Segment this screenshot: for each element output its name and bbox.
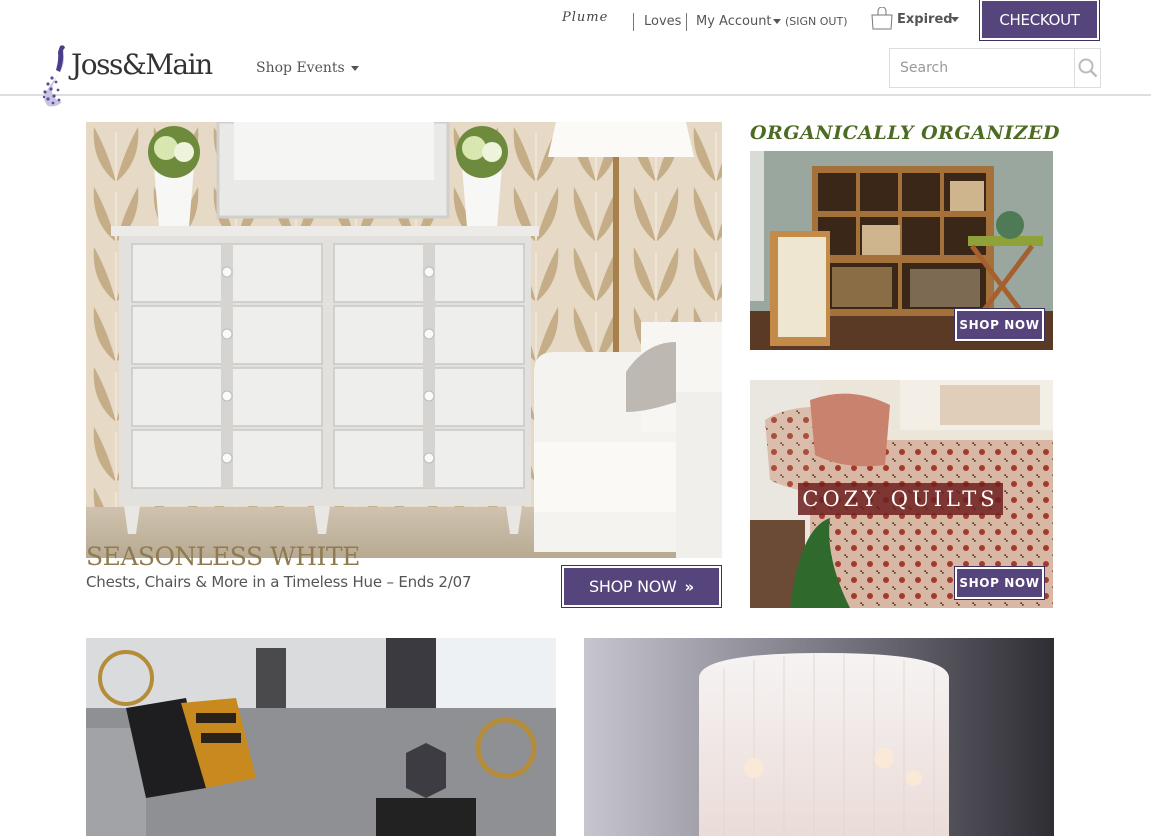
organically-organized-promo[interactable]: SHOP NOW <box>750 151 1053 350</box>
search-form <box>889 48 1101 88</box>
organized-shop-now-button[interactable]: SHOP NOW <box>954 308 1045 342</box>
hero-subtitle: Chests, Chairs & More in a Timeless Hue … <box>86 573 472 591</box>
checkout-button[interactable]: CHECKOUT <box>979 0 1100 41</box>
double-chevron-right-icon: » <box>684 577 695 596</box>
shop-events-label: Shop Events <box>256 60 345 76</box>
hero-promo: SEASONLESS WHITE Chests, Chairs & More i… <box>86 122 722 608</box>
hero-image[interactable] <box>86 122 722 558</box>
quilts-shop-now-button[interactable]: SHOP NOW <box>954 566 1045 600</box>
account-caret-icon[interactable] <box>773 19 781 24</box>
brand-name: Joss&Main <box>71 48 213 81</box>
cozy-quilts-promo[interactable]: COZY QUILTS SHOP NOW <box>750 380 1053 608</box>
cart-caret-icon[interactable] <box>951 17 959 22</box>
hero-title[interactable]: SEASONLESS WHITE <box>86 542 360 571</box>
plume-logo-link[interactable]: Plume <box>562 10 608 25</box>
cozy-quilts-label: COZY QUILTS <box>798 483 1003 515</box>
chevron-down-icon <box>350 65 359 71</box>
loves-link[interactable]: Loves <box>644 14 681 29</box>
brand-logo[interactable]: Joss&Main <box>38 44 228 108</box>
site-header: Plume Loves My Account (SIGN OUT) Expire… <box>0 0 1151 107</box>
shopping-bag-icon[interactable] <box>871 7 893 30</box>
divider <box>686 13 687 31</box>
divider <box>633 13 634 31</box>
cart-status[interactable]: Expired <box>897 12 953 27</box>
lighting-tile[interactable] <box>584 638 1054 836</box>
living-room-tile[interactable] <box>86 638 556 836</box>
living-room-image <box>86 638 556 836</box>
search-icon <box>1078 58 1097 78</box>
search-input[interactable] <box>890 49 1074 87</box>
organically-organized-heading[interactable]: ORGANICALLY ORGANIZED <box>750 122 1060 144</box>
my-account-link[interactable]: My Account <box>696 14 772 29</box>
hero-shop-now-button[interactable]: SHOP NOW » <box>561 565 722 608</box>
chandelier-image <box>584 638 1054 836</box>
search-button[interactable] <box>1074 49 1100 87</box>
shop-events-menu[interactable]: Shop Events <box>256 60 359 76</box>
sign-out-link[interactable]: (SIGN OUT) <box>785 15 848 28</box>
hero-shop-now-label: SHOP NOW <box>589 577 677 596</box>
